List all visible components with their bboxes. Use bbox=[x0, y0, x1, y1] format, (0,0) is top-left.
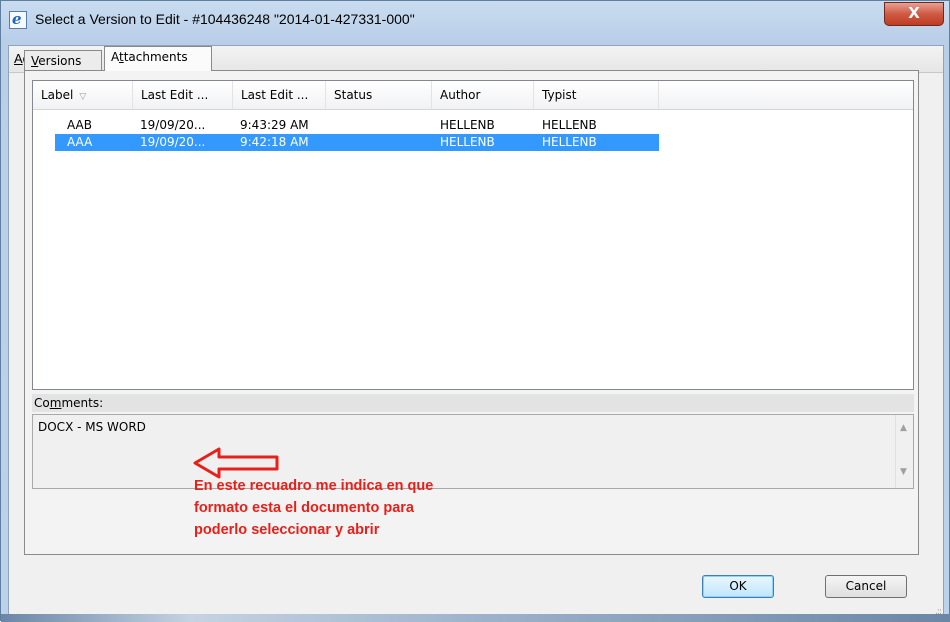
comments-scrollbar[interactable]: ▲ ▼ bbox=[895, 415, 913, 488]
cell-last-edit-time: 9:43:29 AM bbox=[240, 118, 309, 132]
dialog-window: e Select a Version to Edit - #104436248 … bbox=[0, 0, 950, 622]
ie-page-icon: e bbox=[9, 10, 27, 29]
title-bar[interactable]: e Select a Version to Edit - #104436248 … bbox=[1, 1, 950, 45]
list-row-selected[interactable]: AAA 19/09/20... 9:42:18 AM HELLENB HELLE… bbox=[55, 134, 659, 151]
column-header-typist[interactable]: Typist bbox=[534, 81, 659, 109]
close-button[interactable]: X bbox=[884, 2, 944, 26]
column-header-label[interactable]: Label ▽ bbox=[33, 81, 133, 109]
cell-last-edit-date: 19/09/20... bbox=[140, 135, 206, 149]
cell-last-edit-date: 19/09/20... bbox=[140, 118, 206, 132]
cell-label: AAB bbox=[67, 118, 92, 132]
cancel-button[interactable]: Cancel bbox=[825, 575, 907, 598]
column-header-author[interactable]: Author bbox=[432, 81, 534, 109]
annotation-text: En este recuadro me indica en que format… bbox=[194, 475, 534, 541]
ok-button[interactable]: OK bbox=[702, 575, 774, 598]
annotation-line: formato esta el documento para bbox=[194, 500, 414, 516]
comments-value: DOCX - MS WORD bbox=[38, 420, 146, 434]
scroll-up-icon[interactable]: ▲ bbox=[900, 423, 907, 433]
annotation-line: En este recuadro me indica en que bbox=[194, 478, 434, 494]
list-row[interactable]: AAB 19/09/20... 9:43:29 AM HELLENB HELLE… bbox=[55, 117, 659, 134]
column-header-status[interactable]: Status bbox=[326, 81, 432, 109]
cell-typist: HELLENB bbox=[542, 118, 597, 132]
cell-typist: HELLENB bbox=[542, 135, 597, 149]
sort-descending-icon: ▽ bbox=[79, 92, 87, 102]
cell-author: HELLENB bbox=[440, 118, 495, 132]
tab-versions[interactable]: Versions bbox=[24, 50, 102, 70]
window-title: Select a Version to Edit - #104436248 "2… bbox=[35, 11, 415, 27]
cell-author: HELLENB bbox=[440, 135, 495, 149]
annotation-line: poderlo seleccionar y abrir bbox=[194, 522, 380, 538]
cell-last-edit-time: 9:42:18 AM bbox=[240, 135, 309, 149]
scroll-down-icon[interactable]: ▼ bbox=[900, 467, 907, 477]
cell-label: AAA bbox=[67, 135, 93, 149]
list-header: Label ▽ Last Edit ... Last Edit ... Statu… bbox=[33, 81, 913, 110]
column-header-last-edit-date[interactable]: Last Edit ... bbox=[133, 81, 233, 109]
versions-list[interactable]: Label ▽ Last Edit ... Last Edit ... Statu… bbox=[32, 80, 914, 390]
column-header-last-edit-time[interactable]: Last Edit ... bbox=[233, 81, 326, 109]
tab-attachments[interactable]: Attachments bbox=[104, 46, 212, 71]
comments-label: Comments: bbox=[32, 394, 914, 412]
